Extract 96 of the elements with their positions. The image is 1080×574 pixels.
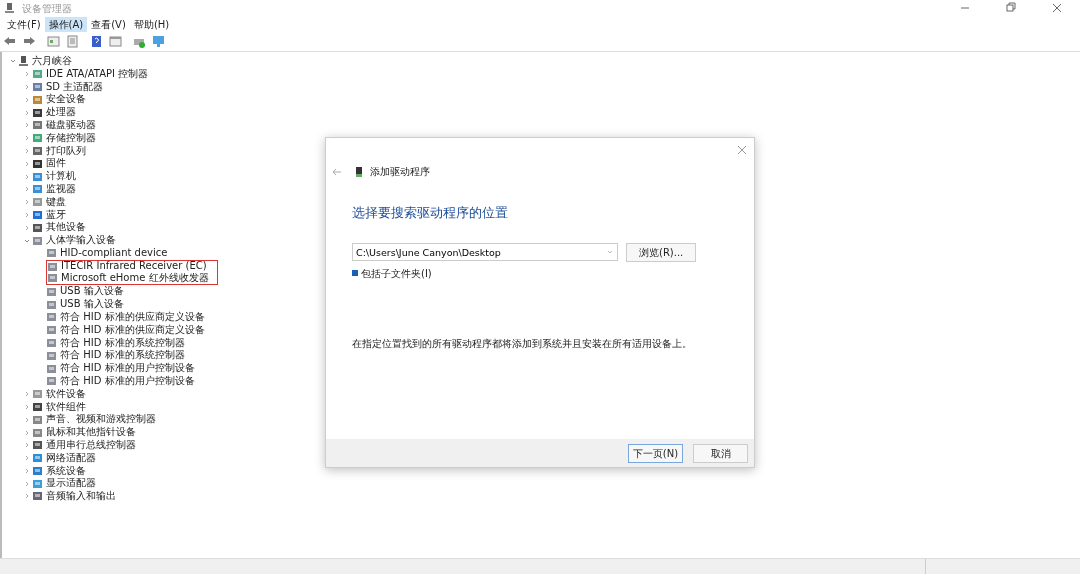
- forward-arrow-icon[interactable]: [22, 35, 36, 48]
- tree-item[interactable]: 软件设备: [46, 387, 86, 401]
- menu-item[interactable]: 文件(F): [3, 16, 45, 32]
- device-icon: [46, 363, 57, 374]
- device-icon: [46, 376, 57, 387]
- tree-item[interactable]: 符合 HID 标准的供应商定义设备: [60, 310, 205, 324]
- tree-item[interactable]: HID-compliant device: [60, 246, 168, 260]
- device-icon: [32, 222, 43, 233]
- device-icon: [32, 171, 43, 182]
- device-icon: [32, 158, 43, 169]
- tree-item[interactable]: 六月峡谷: [32, 55, 72, 68]
- tree-item[interactable]: 其他设备: [46, 221, 86, 235]
- device-icon: [46, 337, 57, 348]
- menu-item[interactable]: 操作(A): [44, 16, 88, 32]
- tree-item[interactable]: ITECIR Infrared Receiver (EC): [61, 260, 207, 274]
- device-icon: [46, 312, 57, 323]
- tree-item[interactable]: 符合 HID 标准的系统控制器: [60, 336, 185, 350]
- device-icon: [46, 248, 57, 259]
- device-icon: [356, 166, 362, 177]
- tree-item[interactable]: 计算机: [46, 170, 76, 183]
- tree-item[interactable]: 存储控制器: [46, 131, 96, 145]
- tree-item[interactable]: 蓝牙: [46, 208, 66, 222]
- tree-item[interactable]: 键盘: [46, 195, 66, 209]
- device-icon: [32, 401, 43, 412]
- device-icon: [46, 325, 57, 336]
- tree-item[interactable]: 固件: [46, 157, 66, 171]
- tree-item[interactable]: 符合 HID 标准的系统控制器: [60, 349, 185, 363]
- tree-item[interactable]: 磁盘驱动器: [46, 119, 96, 132]
- tree-item[interactable]: 符合 HID 标准的供应商定义设备: [60, 323, 205, 337]
- device-icon: [47, 273, 58, 284]
- tree-item[interactable]: 网络适配器: [46, 451, 96, 465]
- description-text: 在指定位置找到的所有驱动程序都将添加到系统并且安装在所有适用设备上。: [352, 336, 693, 351]
- device-icon: [32, 389, 43, 400]
- device-icon: [32, 453, 43, 464]
- tree-item[interactable]: 符合 HID 标准的用户控制设备: [60, 374, 195, 388]
- checkbox[interactable]: [352, 270, 358, 276]
- device-icon: [32, 184, 43, 195]
- tree-item[interactable]: 安全设备: [46, 93, 86, 107]
- device-icon: [32, 478, 43, 489]
- browse-button[interactable]: 浏览(R)...: [626, 242, 697, 262]
- tree-item[interactable]: SD 主适配器: [46, 80, 104, 94]
- properties-icon[interactable]: [46, 35, 60, 48]
- device-icon: [46, 286, 57, 297]
- device-icon: [32, 465, 43, 476]
- tree-item[interactable]: Microsoft eHome 红外线收发器: [61, 272, 209, 285]
- device-icon: [32, 440, 43, 451]
- tree-item[interactable]: 系统设备: [46, 464, 86, 478]
- device-icon: [46, 299, 57, 310]
- dropdown-caret-icon[interactable]: [606, 248, 614, 256]
- device-icon: [32, 427, 43, 438]
- device-icon: [32, 69, 43, 80]
- device-icon: [46, 350, 57, 361]
- help-icon[interactable]: [89, 35, 103, 48]
- device-icon: [32, 197, 43, 208]
- document-icon[interactable]: [65, 35, 79, 48]
- device-icon: [32, 209, 43, 220]
- back-arrow-icon[interactable]: [3, 35, 17, 48]
- device-icon: [32, 491, 43, 502]
- window-icon[interactable]: [108, 35, 122, 48]
- monitor-icon[interactable]: [151, 35, 165, 48]
- checkbox-label[interactable]: 包括子文件夹(I): [361, 265, 432, 281]
- tree-item[interactable]: USB 输入设备: [60, 285, 124, 299]
- computer-icon: [4, 3, 15, 13]
- next-button[interactable]: 下一页(N): [628, 443, 683, 463]
- tree-item[interactable]: 处理器: [46, 106, 76, 119]
- device-icon: [32, 82, 43, 92]
- device-icon: [32, 414, 43, 425]
- device-icon: [47, 261, 58, 272]
- tree-item[interactable]: 显示适配器: [46, 477, 96, 491]
- cancel-button[interactable]: 取消: [693, 443, 748, 463]
- dialog-heading: 选择要搜索驱动程序的位置: [352, 204, 509, 222]
- device-icon: [32, 235, 43, 246]
- computer-icon: [18, 56, 29, 67]
- device-icon: [32, 133, 43, 144]
- tree-item[interactable]: IDE ATA/ATAPI 控制器: [46, 67, 149, 81]
- tree-item[interactable]: 符合 HID 标准的用户控制设备: [60, 362, 195, 375]
- menu-item[interactable]: 帮助(H): [129, 16, 174, 32]
- tree-item[interactable]: 声音、视频和游戏控制器: [46, 413, 156, 427]
- tree-item[interactable]: 打印队列: [46, 144, 86, 158]
- tree-item[interactable]: 监视器: [46, 182, 76, 196]
- tree-item[interactable]: USB 输入设备: [60, 298, 124, 311]
- back-arrow-icon[interactable]: [332, 167, 342, 176]
- tree-item[interactable]: 软件组件: [46, 400, 86, 414]
- menu-item[interactable]: 查看(V): [87, 16, 130, 32]
- device-icon: [32, 107, 43, 118]
- tree-item[interactable]: 人体学输入设备: [46, 234, 116, 247]
- dialog-title: 添加驱动程序: [370, 165, 430, 179]
- path-combobox[interactable]: C:\Users\June Canyon\Desktop: [352, 243, 618, 261]
- tree-item[interactable]: 鼠标和其他指针设备: [46, 426, 136, 439]
- device-icon: [32, 145, 43, 156]
- tree-item[interactable]: 音频输入和输出: [46, 490, 116, 503]
- tree-item[interactable]: 通用串行总线控制器: [46, 438, 136, 452]
- window-title: 设备管理器: [22, 1, 72, 16]
- device-icon: [32, 120, 43, 131]
- close-icon[interactable]: [736, 144, 748, 156]
- device-icon: [32, 94, 43, 105]
